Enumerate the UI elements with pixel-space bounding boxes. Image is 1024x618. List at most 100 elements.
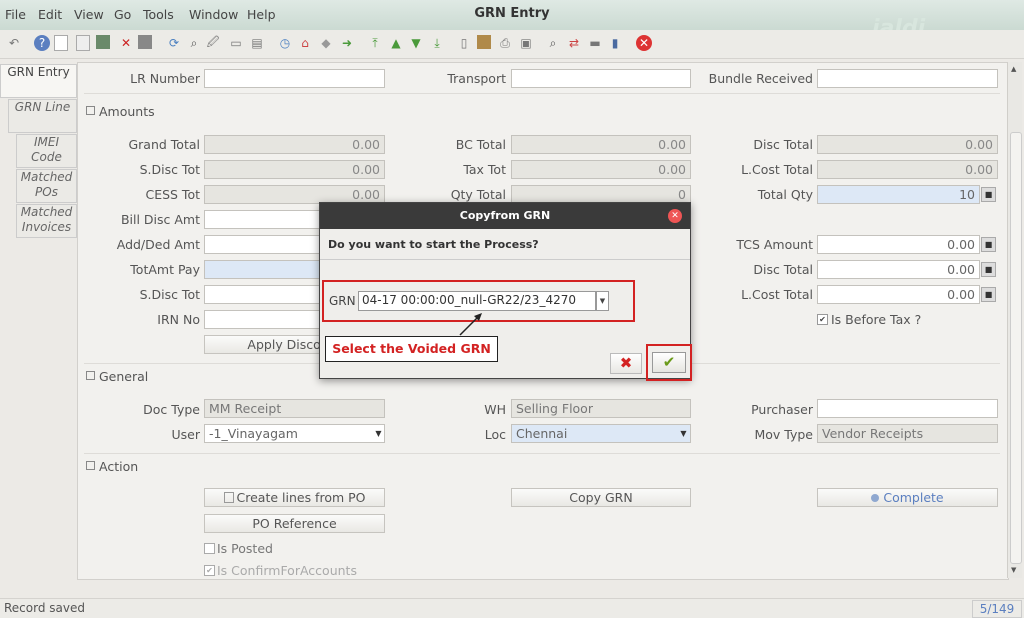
- calculator-icon[interactable]: ■: [981, 262, 996, 277]
- is-before-tax-checkbox[interactable]: ✔: [817, 314, 828, 325]
- exit-icon[interactable]: ✕: [636, 35, 652, 51]
- grn-select[interactable]: 04-17 00:00:00_null-GR22/23_4270: [358, 291, 596, 311]
- workflow-icon[interactable]: ⇄: [566, 35, 582, 51]
- lock-icon[interactable]: ▮: [607, 35, 623, 51]
- lr-number-field[interactable]: [204, 69, 385, 88]
- lcost-total-field: 0.00: [817, 160, 998, 179]
- vertical-scrollbar[interactable]: ▲ ▼: [1007, 62, 1022, 578]
- title-bar: File Edit View Go Tools Window Help GRN …: [0, 0, 1024, 31]
- bundle-received-field[interactable]: [817, 69, 998, 88]
- tab-matched-invoices[interactable]: Matched Invoices: [16, 204, 77, 238]
- chevron-down-icon[interactable]: ▼: [372, 425, 385, 442]
- loc-select[interactable]: Chennai: [511, 424, 691, 443]
- grand-total-field: 0.00: [204, 135, 385, 154]
- disc-total2-label: Disc Total: [753, 262, 813, 277]
- scrollbar-thumb[interactable]: [1010, 132, 1022, 564]
- refresh-icon[interactable]: ⟳: [166, 35, 182, 51]
- print-icon[interactable]: [138, 35, 152, 49]
- total-qty-field[interactable]: 10: [817, 185, 980, 204]
- section-label: Action: [99, 459, 139, 474]
- tab-grn-line[interactable]: GRN Line: [8, 99, 77, 133]
- scroll-down-icon[interactable]: ▼: [1011, 566, 1016, 574]
- back-icon[interactable]: ◆: [318, 35, 334, 51]
- loc-label: Loc: [484, 427, 506, 442]
- transport-label: Transport: [447, 71, 506, 86]
- save-icon[interactable]: [96, 35, 110, 49]
- chevron-down-icon[interactable]: ▼: [596, 291, 609, 311]
- forward-icon[interactable]: ➜: [339, 35, 355, 51]
- history-icon[interactable]: ▤: [249, 35, 265, 51]
- print-preview-icon[interactable]: ⎙: [497, 35, 513, 51]
- lr-number-label: LR Number: [130, 71, 200, 86]
- document-icon: [223, 492, 234, 503]
- action-section-header[interactable]: Action: [86, 459, 138, 474]
- undo-icon[interactable]: ↶: [6, 35, 22, 51]
- chat-icon[interactable]: ▭: [228, 35, 244, 51]
- next-record-icon[interactable]: ▼: [408, 35, 424, 51]
- disc-total2-field[interactable]: 0.00: [817, 260, 980, 279]
- tax-tot-label: Tax Tot: [463, 162, 506, 177]
- totamt-pay-label: TotAmt Pay: [130, 262, 200, 277]
- purchaser-label: Purchaser: [751, 402, 813, 417]
- record-counter[interactable]: 5/149: [972, 600, 1022, 618]
- status-bar: Record saved 5/149: [0, 598, 1024, 618]
- is-confirm-checkbox[interactable]: ✔: [204, 565, 215, 576]
- new-icon[interactable]: [54, 35, 68, 51]
- create-lines-from-po-button[interactable]: Create lines from PO: [204, 488, 385, 507]
- report-icon[interactable]: ▯: [456, 35, 472, 51]
- calculator-icon[interactable]: ■: [981, 287, 996, 302]
- doc-type-label: Doc Type: [143, 402, 200, 417]
- delete-icon[interactable]: ✕: [118, 35, 134, 51]
- help-icon[interactable]: ?: [34, 35, 50, 51]
- total-qty-label: Total Qty: [757, 187, 813, 202]
- lcost-total2-label: L.Cost Total: [741, 287, 813, 302]
- sdisc-tot-field: 0.00: [204, 160, 385, 179]
- find-icon[interactable]: ⌕: [186, 35, 202, 51]
- copy-grn-button[interactable]: Copy GRN: [511, 488, 691, 507]
- scroll-up-icon[interactable]: ▲: [1011, 65, 1016, 73]
- calculator-icon[interactable]: ■: [981, 187, 996, 202]
- is-posted-checkbox[interactable]: [204, 543, 215, 554]
- last-record-icon[interactable]: ⤓: [429, 35, 445, 51]
- is-posted-label: Is Posted: [217, 541, 273, 556]
- cancel-button[interactable]: ✖: [610, 353, 642, 374]
- lcost-total-label: L.Cost Total: [741, 162, 813, 177]
- zoom-icon[interactable]: ⌕: [545, 35, 561, 51]
- close-icon[interactable]: ✕: [668, 209, 682, 223]
- archive-icon[interactable]: [477, 35, 491, 49]
- copy-icon[interactable]: [76, 35, 90, 51]
- attachment-icon[interactable]: 🖉: [205, 35, 221, 51]
- tab-imei-code[interactable]: IMEI Code: [16, 134, 77, 168]
- tcs-amount-label: TCS Amount: [736, 237, 813, 252]
- transport-field[interactable]: [511, 69, 691, 88]
- section-label: Amounts: [99, 104, 155, 119]
- product-icon[interactable]: ▣: [518, 35, 534, 51]
- tab-matched-pos[interactable]: Matched POs: [16, 169, 77, 203]
- grn-label: GRN: [329, 294, 356, 308]
- bc-total-label: BC Total: [455, 137, 506, 152]
- chevron-down-icon[interactable]: ▼: [677, 425, 690, 442]
- wh-label: WH: [484, 402, 506, 417]
- user-select[interactable]: -1_Vinayagam: [204, 424, 385, 443]
- add-ded-amt-label: Add/Ded Amt: [116, 237, 200, 252]
- grand-total-label: Grand Total: [128, 137, 200, 152]
- tab-grn-entry[interactable]: GRN Entry: [0, 64, 77, 98]
- lcost-total2-field[interactable]: 0.00: [817, 285, 980, 304]
- disc-total-label: Disc Total: [753, 137, 813, 152]
- calculator-icon[interactable]: ■: [981, 237, 996, 252]
- request-icon[interactable]: ▬: [587, 35, 603, 51]
- home-icon[interactable]: ⌂: [297, 35, 313, 51]
- ok-button[interactable]: ✔: [652, 352, 686, 373]
- bill-disc-amt-label: Bill Disc Amt: [120, 212, 200, 227]
- general-section-header[interactable]: General: [86, 369, 148, 384]
- wh-field: Selling Floor: [511, 399, 691, 418]
- complete-button[interactable]: Complete: [817, 488, 998, 507]
- first-record-icon[interactable]: ⤒: [367, 35, 383, 51]
- po-reference-button[interactable]: PO Reference: [204, 514, 385, 533]
- amounts-section-header[interactable]: Amounts: [86, 104, 155, 119]
- purchaser-field[interactable]: [817, 399, 998, 418]
- sdisc-tot-label: S.Disc Tot: [139, 162, 200, 177]
- previous-record-icon[interactable]: ▲: [388, 35, 404, 51]
- time-icon[interactable]: ◷: [277, 35, 293, 51]
- tcs-amount-field[interactable]: 0.00: [817, 235, 980, 254]
